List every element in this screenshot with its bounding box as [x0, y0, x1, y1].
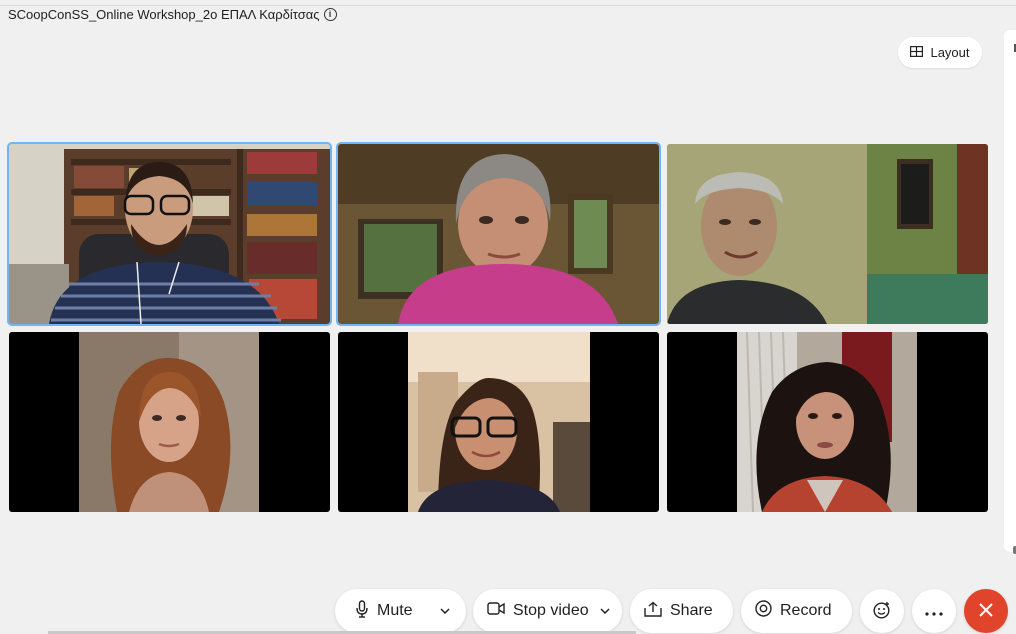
participant-video-feed — [9, 144, 330, 324]
meeting-title: SCoopConSS_Online Workshop_2o ΕΠΑΛ Καρδί… — [8, 7, 337, 22]
participant-video-feed — [9, 332, 330, 512]
end-meeting-button[interactable] — [964, 589, 1008, 633]
meeting-title-text: SCoopConSS_Online Workshop_2o ΕΠΑΛ Καρδί… — [8, 7, 320, 22]
participant-video-tile[interactable] — [9, 332, 330, 512]
side-panel-edge[interactable] — [1004, 30, 1016, 554]
participant-video-tile[interactable] — [7, 142, 332, 326]
share-label: Share — [670, 602, 713, 619]
participant-video-tile[interactable] — [667, 332, 988, 512]
more-icon — [925, 604, 943, 619]
reactions-button[interactable] — [860, 589, 904, 633]
share-icon — [644, 601, 662, 622]
record-button[interactable]: Record — [741, 589, 852, 633]
layout-button-label: Layout — [930, 45, 970, 60]
layout-button[interactable]: Layout — [898, 37, 982, 68]
microphone-icon — [355, 599, 369, 623]
mute-button[interactable]: Mute — [335, 589, 466, 633]
stop-video-button[interactable]: Stop video — [473, 589, 622, 633]
video-camera-icon — [487, 602, 505, 620]
participant-video-feed — [667, 144, 988, 324]
participant-video-feed — [338, 332, 659, 512]
info-icon[interactable]: i — [323, 8, 337, 21]
participant-video-tile[interactable] — [336, 142, 661, 326]
participant-video-feed — [338, 144, 659, 324]
stop-video-label: Stop video — [513, 602, 589, 619]
chevron-down-icon[interactable] — [437, 608, 453, 614]
record-icon — [755, 600, 772, 622]
participant-video-tile[interactable] — [667, 144, 988, 324]
more-options-button[interactable] — [912, 589, 956, 633]
participant-video-tile[interactable] — [338, 332, 659, 512]
chevron-down-icon[interactable] — [597, 608, 613, 614]
record-label: Record — [780, 602, 832, 619]
grid-icon — [910, 45, 924, 60]
share-button[interactable]: Share — [630, 589, 733, 633]
participant-video-feed — [667, 332, 988, 512]
mute-label: Mute — [377, 602, 413, 619]
top-divider — [0, 5, 1016, 6]
close-icon — [979, 602, 993, 620]
emoji-icon — [873, 601, 891, 622]
